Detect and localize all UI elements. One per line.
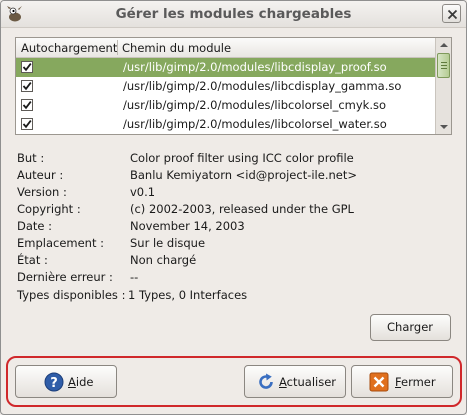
scroll-up-arrow-icon[interactable] bbox=[439, 40, 449, 50]
module-path: /usr/lib/gimp/2.0/modules/libcdisplay_pr… bbox=[123, 60, 387, 74]
info-label: But : bbox=[17, 151, 45, 165]
column-header-path[interactable]: Chemin du module bbox=[122, 41, 231, 55]
svg-text:?: ? bbox=[50, 376, 58, 391]
info-value: November 14, 2003 bbox=[130, 219, 245, 233]
info-label: Auteur : bbox=[17, 168, 64, 182]
help-label: ide bbox=[75, 375, 94, 389]
close-icon bbox=[447, 9, 458, 20]
info-label: Date : bbox=[17, 219, 53, 233]
dialog-window: Gérer les modules chargeables Autocharge… bbox=[0, 0, 467, 415]
column-header-autoload[interactable]: Autochargement bbox=[21, 41, 117, 55]
info-value: Sur le disque bbox=[130, 236, 206, 250]
info-value: Color proof filter using ICC color profi… bbox=[130, 151, 354, 165]
refresh-button[interactable]: Actualiser bbox=[244, 365, 346, 398]
module-path: /usr/lib/gimp/2.0/modules/libcdisplay_ga… bbox=[123, 79, 402, 93]
title-bar[interactable]: Gérer les modules chargeables bbox=[1, 1, 466, 28]
table-row[interactable]: /usr/lib/gimp/2.0/modules/libcdisplay_ga… bbox=[16, 77, 435, 96]
info-value: -- bbox=[130, 270, 139, 284]
refresh-mnemonic: A bbox=[279, 375, 287, 389]
table-row[interactable]: /usr/lib/gimp/2.0/modules/libcolorsel_wa… bbox=[16, 115, 435, 134]
info-value: Banlu Kemiyatorn <id@project-ile.net> bbox=[130, 168, 357, 182]
table-row[interactable]: /usr/lib/gimp/2.0/modules/libcdisplay_pr… bbox=[16, 58, 435, 77]
table-row[interactable]: /usr/lib/gimp/2.0/modules/libcolorsel_cm… bbox=[16, 96, 435, 115]
list-header: Autochargement Chemin du module bbox=[16, 38, 435, 58]
close-button[interactable]: Fermer bbox=[351, 365, 453, 398]
scrollbar-thumb[interactable] bbox=[437, 53, 450, 78]
info-label: Dernière erreur : bbox=[17, 270, 113, 284]
help-mnemonic: A bbox=[68, 375, 76, 389]
autoload-checkbox[interactable] bbox=[21, 118, 33, 130]
types-label: Types disponibles : bbox=[17, 288, 126, 302]
window-title: Gérer les modules chargeables bbox=[115, 6, 352, 22]
info-value: (c) 2002-2003, released under the GPL bbox=[130, 202, 354, 216]
column-separator bbox=[117, 40, 118, 55]
help-icon: ? bbox=[44, 372, 64, 392]
load-button-label: Charger bbox=[387, 320, 433, 334]
scroll-down-arrow-icon[interactable] bbox=[439, 122, 449, 132]
autoload-checkbox[interactable] bbox=[21, 80, 33, 92]
info-label: État : bbox=[17, 253, 48, 267]
close-label: ermer bbox=[401, 375, 436, 389]
info-value: Non chargé bbox=[130, 253, 197, 267]
autoload-checkbox[interactable] bbox=[21, 99, 33, 111]
module-list[interactable]: Autochargement Chemin du module /usr/lib… bbox=[15, 37, 452, 135]
info-label: Copyright : bbox=[17, 202, 81, 216]
help-button[interactable]: ? Aide bbox=[15, 365, 117, 398]
window-close-button[interactable] bbox=[442, 4, 461, 23]
autoload-checkbox[interactable] bbox=[21, 61, 33, 73]
types-value: 1 Types, 0 Interfaces bbox=[128, 288, 248, 302]
info-value: v0.1 bbox=[130, 185, 156, 199]
module-path: /usr/lib/gimp/2.0/modules/libcolorsel_cm… bbox=[123, 98, 387, 112]
refresh-icon bbox=[256, 372, 276, 392]
refresh-label: ctualiser bbox=[286, 375, 337, 389]
cancel-icon bbox=[369, 372, 389, 392]
load-button[interactable]: Charger bbox=[370, 314, 451, 341]
info-label: Version : bbox=[17, 185, 67, 199]
info-label: Emplacement : bbox=[17, 236, 105, 250]
module-path: /usr/lib/gimp/2.0/modules/libcolorsel_wa… bbox=[123, 117, 387, 131]
vertical-scrollbar[interactable] bbox=[435, 38, 451, 134]
